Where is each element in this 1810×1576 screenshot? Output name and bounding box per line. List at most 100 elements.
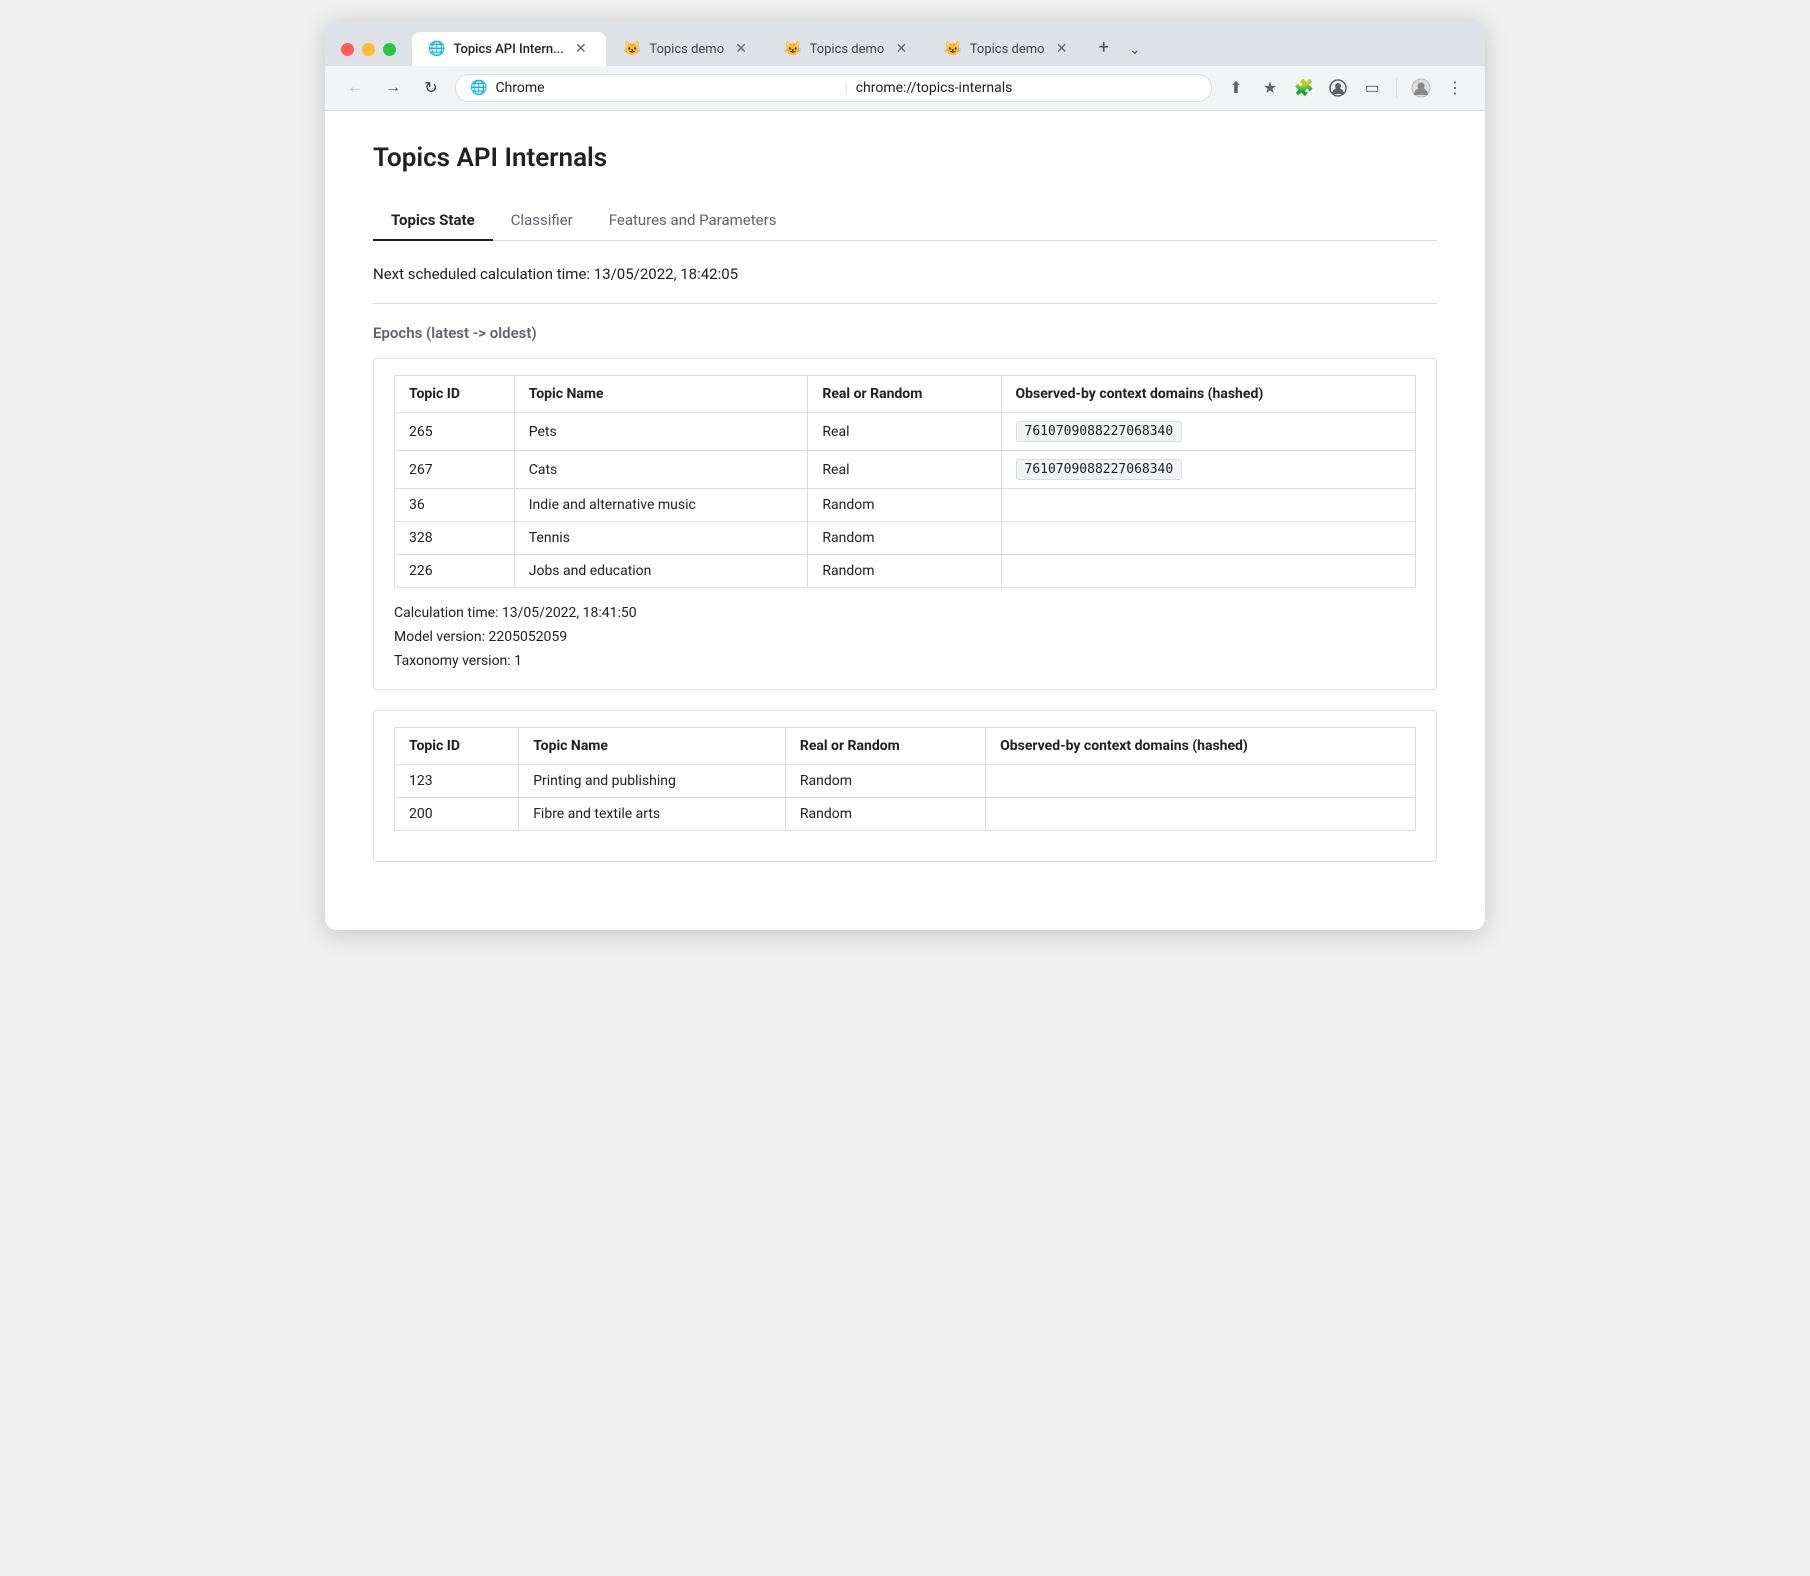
cell-topic-id: 267: [395, 451, 515, 489]
cell-observed-domains: 7610709088227068340: [1001, 413, 1416, 451]
cell-topic-name: Pets: [514, 413, 808, 451]
cell-observed-domains: [986, 798, 1416, 831]
col-header-topic-id-2: Topic ID: [395, 728, 519, 765]
tab-close-demo3[interactable]: ✕: [1053, 40, 1071, 58]
table-row: 36Indie and alternative musicRandom: [395, 489, 1416, 522]
nav-bar: ← → ↻ 🌐 Chrome | chrome://topics-interna…: [325, 66, 1485, 111]
epoch-1-meta: Calculation time: 13/05/2022, 18:41:50 M…: [394, 602, 1416, 673]
cell-observed-domains: [1001, 489, 1416, 522]
address-security-icon: 🌐: [470, 80, 487, 96]
cell-real-random: Real: [808, 451, 1001, 489]
minimize-button[interactable]: [362, 43, 375, 56]
cell-topic-id: 226: [395, 555, 515, 588]
table-row: 328TennisRandom: [395, 522, 1416, 555]
table-row: 123Printing and publishingRandom: [395, 765, 1416, 798]
reload-button[interactable]: ↻: [417, 74, 445, 102]
epoch-1-calc-time: Calculation time: 13/05/2022, 18:41:50: [394, 602, 1416, 626]
menu-button[interactable]: ⋮: [1441, 74, 1469, 102]
epoch-1-model-version: Model version: 2205052059: [394, 626, 1416, 650]
cell-topic-id: 123: [395, 765, 519, 798]
domain-hash-badge: 7610709088227068340: [1016, 421, 1183, 442]
extension-user-button[interactable]: [1324, 74, 1352, 102]
address-separator: |: [845, 81, 848, 95]
title-bar: 🌐 Topics API Intern... ✕ 😺 Topics demo ✕…: [325, 20, 1485, 66]
tab-topics-state[interactable]: Topics State: [373, 201, 493, 241]
cell-real-random: Random: [808, 555, 1001, 588]
epoch-1-taxonomy-version: Taxonomy version: 1: [394, 650, 1416, 674]
cell-topic-id: 200: [395, 798, 519, 831]
cell-topic-name: Tennis: [514, 522, 808, 555]
tab-classifier[interactable]: Classifier: [493, 201, 591, 241]
cell-observed-domains: [1001, 522, 1416, 555]
domain-hash-badge: 7610709088227068340: [1016, 459, 1183, 480]
tab-features-params[interactable]: Features and Parameters: [591, 201, 795, 241]
share-button[interactable]: ⬆: [1222, 74, 1250, 102]
tab-favicon-demo1: 😺: [624, 41, 641, 57]
tab-label-demo1: Topics demo: [649, 42, 724, 57]
new-tab-button[interactable]: +: [1089, 33, 1119, 62]
col-header-topic-name-2: Topic Name: [519, 728, 786, 765]
forward-button[interactable]: →: [379, 74, 407, 102]
epoch-block-1: Topic ID Topic Name Real or Random Obser…: [373, 358, 1437, 690]
col-header-topic-id: Topic ID: [395, 376, 515, 413]
tab-close-demo2[interactable]: ✕: [892, 40, 910, 58]
browser-tab-topics-demo-1[interactable]: 😺 Topics demo ✕: [608, 32, 766, 66]
tab-close-topics-api[interactable]: ✕: [572, 40, 590, 58]
tab-close-demo1[interactable]: ✕: [732, 40, 750, 58]
col-header-topic-name: Topic Name: [514, 376, 808, 413]
epoch-1-table: Topic ID Topic Name Real or Random Obser…: [394, 375, 1416, 588]
page-tab-nav: Topics State Classifier Features and Par…: [373, 201, 1437, 241]
cell-observed-domains: [1001, 555, 1416, 588]
cell-real-random: Random: [808, 489, 1001, 522]
page-content: Topics API Internals Topics State Classi…: [325, 111, 1485, 930]
toolbar-separator: [1396, 78, 1397, 98]
cell-real-random: Random: [785, 798, 985, 831]
cell-topic-name: Fibre and textile arts: [519, 798, 786, 831]
address-bar[interactable]: 🌐 Chrome | chrome://topics-internals: [455, 74, 1212, 102]
cell-topic-name: Printing and publishing: [519, 765, 786, 798]
cell-topic-name: Jobs and education: [514, 555, 808, 588]
tab-label-demo2: Topics demo: [810, 42, 885, 57]
section-divider: [373, 303, 1437, 304]
cell-topic-id: 36: [395, 489, 515, 522]
toolbar-icons: ⬆ ★ 🧩 ▭ ⋮: [1222, 74, 1469, 102]
col-header-observed-domains-2: Observed-by context domains (hashed): [986, 728, 1416, 765]
close-button[interactable]: [341, 43, 354, 56]
epoch-block-2: Topic ID Topic Name Real or Random Obser…: [373, 710, 1437, 862]
epochs-title: Epochs (latest -> oldest): [373, 324, 1437, 342]
address-url: chrome://topics-internals: [856, 80, 1197, 96]
col-header-real-random-2: Real or Random: [785, 728, 985, 765]
cell-observed-domains: [986, 765, 1416, 798]
table-row: 226Jobs and educationRandom: [395, 555, 1416, 588]
window-controls: [341, 43, 396, 56]
epoch-2-table: Topic ID Topic Name Real or Random Obser…: [394, 727, 1416, 831]
cell-topic-id: 328: [395, 522, 515, 555]
tab-label-demo3: Topics demo: [970, 42, 1045, 57]
cell-observed-domains: 7610709088227068340: [1001, 451, 1416, 489]
maximize-button[interactable]: [383, 43, 396, 56]
browser-tab-topics-demo-3[interactable]: 😺 Topics demo ✕: [928, 32, 1086, 66]
cell-topic-name: Indie and alternative music: [514, 489, 808, 522]
tab-dropdown-button[interactable]: ⌄: [1121, 38, 1149, 62]
cell-real-random: Random: [785, 765, 985, 798]
browser-tab-topics-demo-2[interactable]: 😺 Topics demo ✕: [768, 32, 926, 66]
scheduled-time: Next scheduled calculation time: 13/05/2…: [373, 265, 1437, 283]
col-header-observed-domains: Observed-by context domains (hashed): [1001, 376, 1416, 413]
browser-tab-topics-api[interactable]: 🌐 Topics API Intern... ✕: [412, 32, 606, 66]
tab-label-topics-api: Topics API Intern...: [453, 42, 563, 57]
browser-window: 🌐 Topics API Intern... ✕ 😺 Topics demo ✕…: [325, 20, 1485, 930]
table-row: 267CatsReal 7610709088227068340: [395, 451, 1416, 489]
tab-favicon-demo2: 😺: [784, 41, 801, 57]
cell-topic-name: Cats: [514, 451, 808, 489]
profile-button[interactable]: [1407, 74, 1435, 102]
cell-real-random: Real: [808, 413, 1001, 451]
sidebar-button[interactable]: ▭: [1358, 74, 1386, 102]
bookmark-button[interactable]: ★: [1256, 74, 1284, 102]
extensions-button[interactable]: 🧩: [1290, 74, 1318, 102]
cell-topic-id: 265: [395, 413, 515, 451]
cell-real-random: Random: [808, 522, 1001, 555]
page-title: Topics API Internals: [373, 143, 1437, 173]
table-row: 200Fibre and textile artsRandom: [395, 798, 1416, 831]
tab-favicon-topics-api: 🌐: [428, 41, 445, 57]
back-button[interactable]: ←: [341, 74, 369, 102]
